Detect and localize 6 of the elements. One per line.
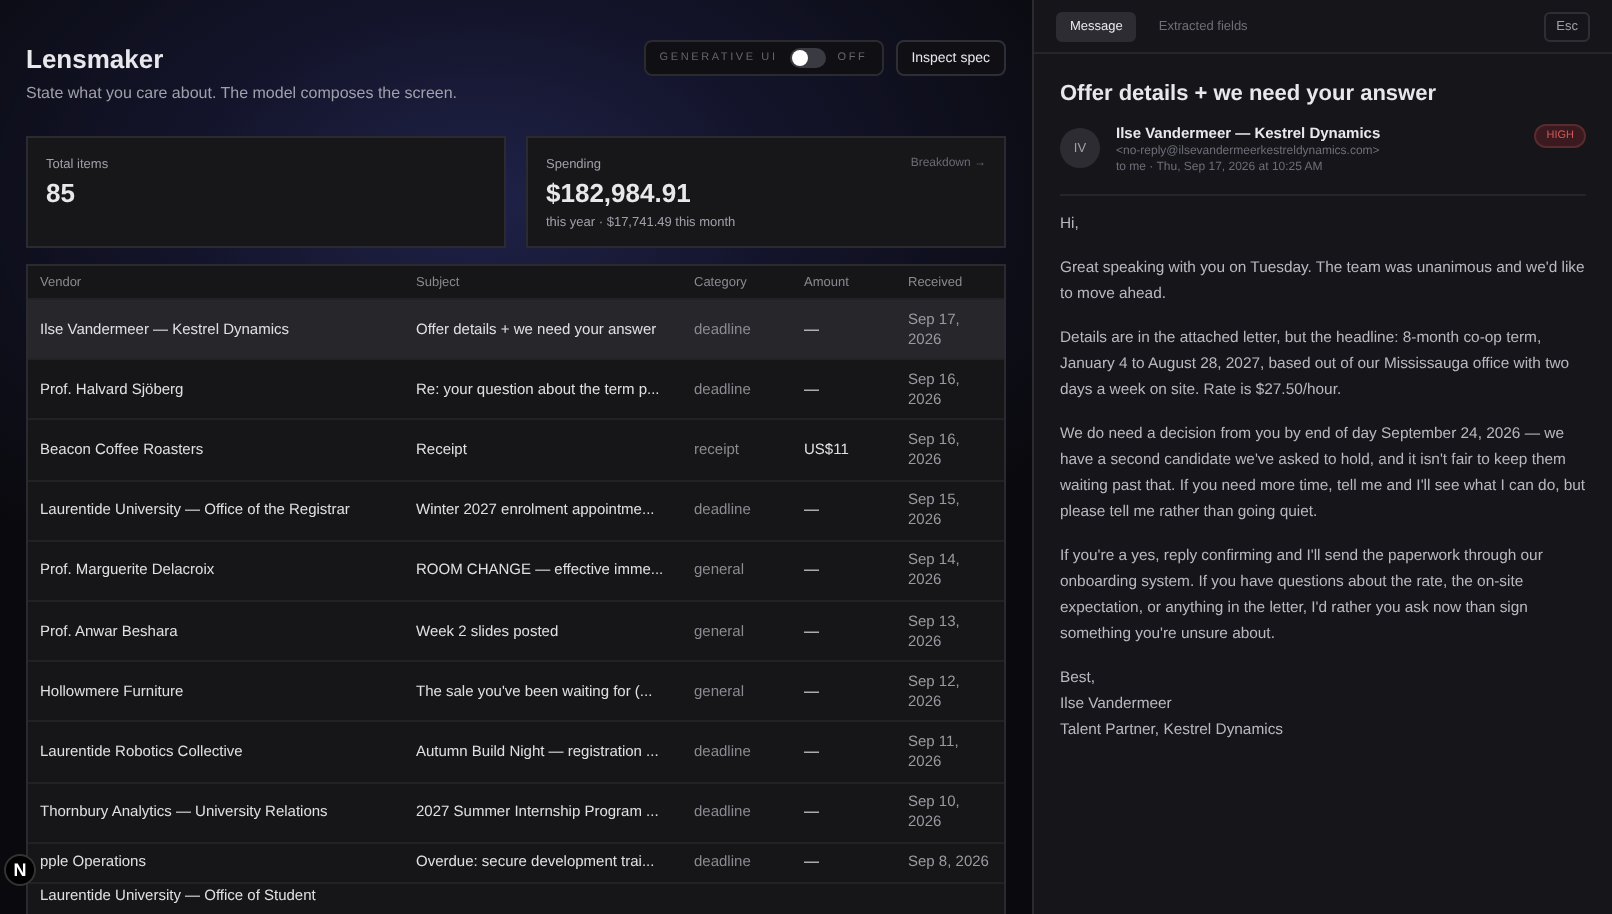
stat-value: $182,984.91 [546, 178, 693, 208]
app-title: Lensmaker [26, 44, 166, 74]
stat-value: 85 [46, 178, 77, 208]
app-subtitle: State what you care about. The model composes the screen. [26, 84, 458, 102]
message-subject: Offer details + we need your answer [1060, 82, 1438, 106]
dev-badge[interactable]: N [4, 854, 36, 886]
